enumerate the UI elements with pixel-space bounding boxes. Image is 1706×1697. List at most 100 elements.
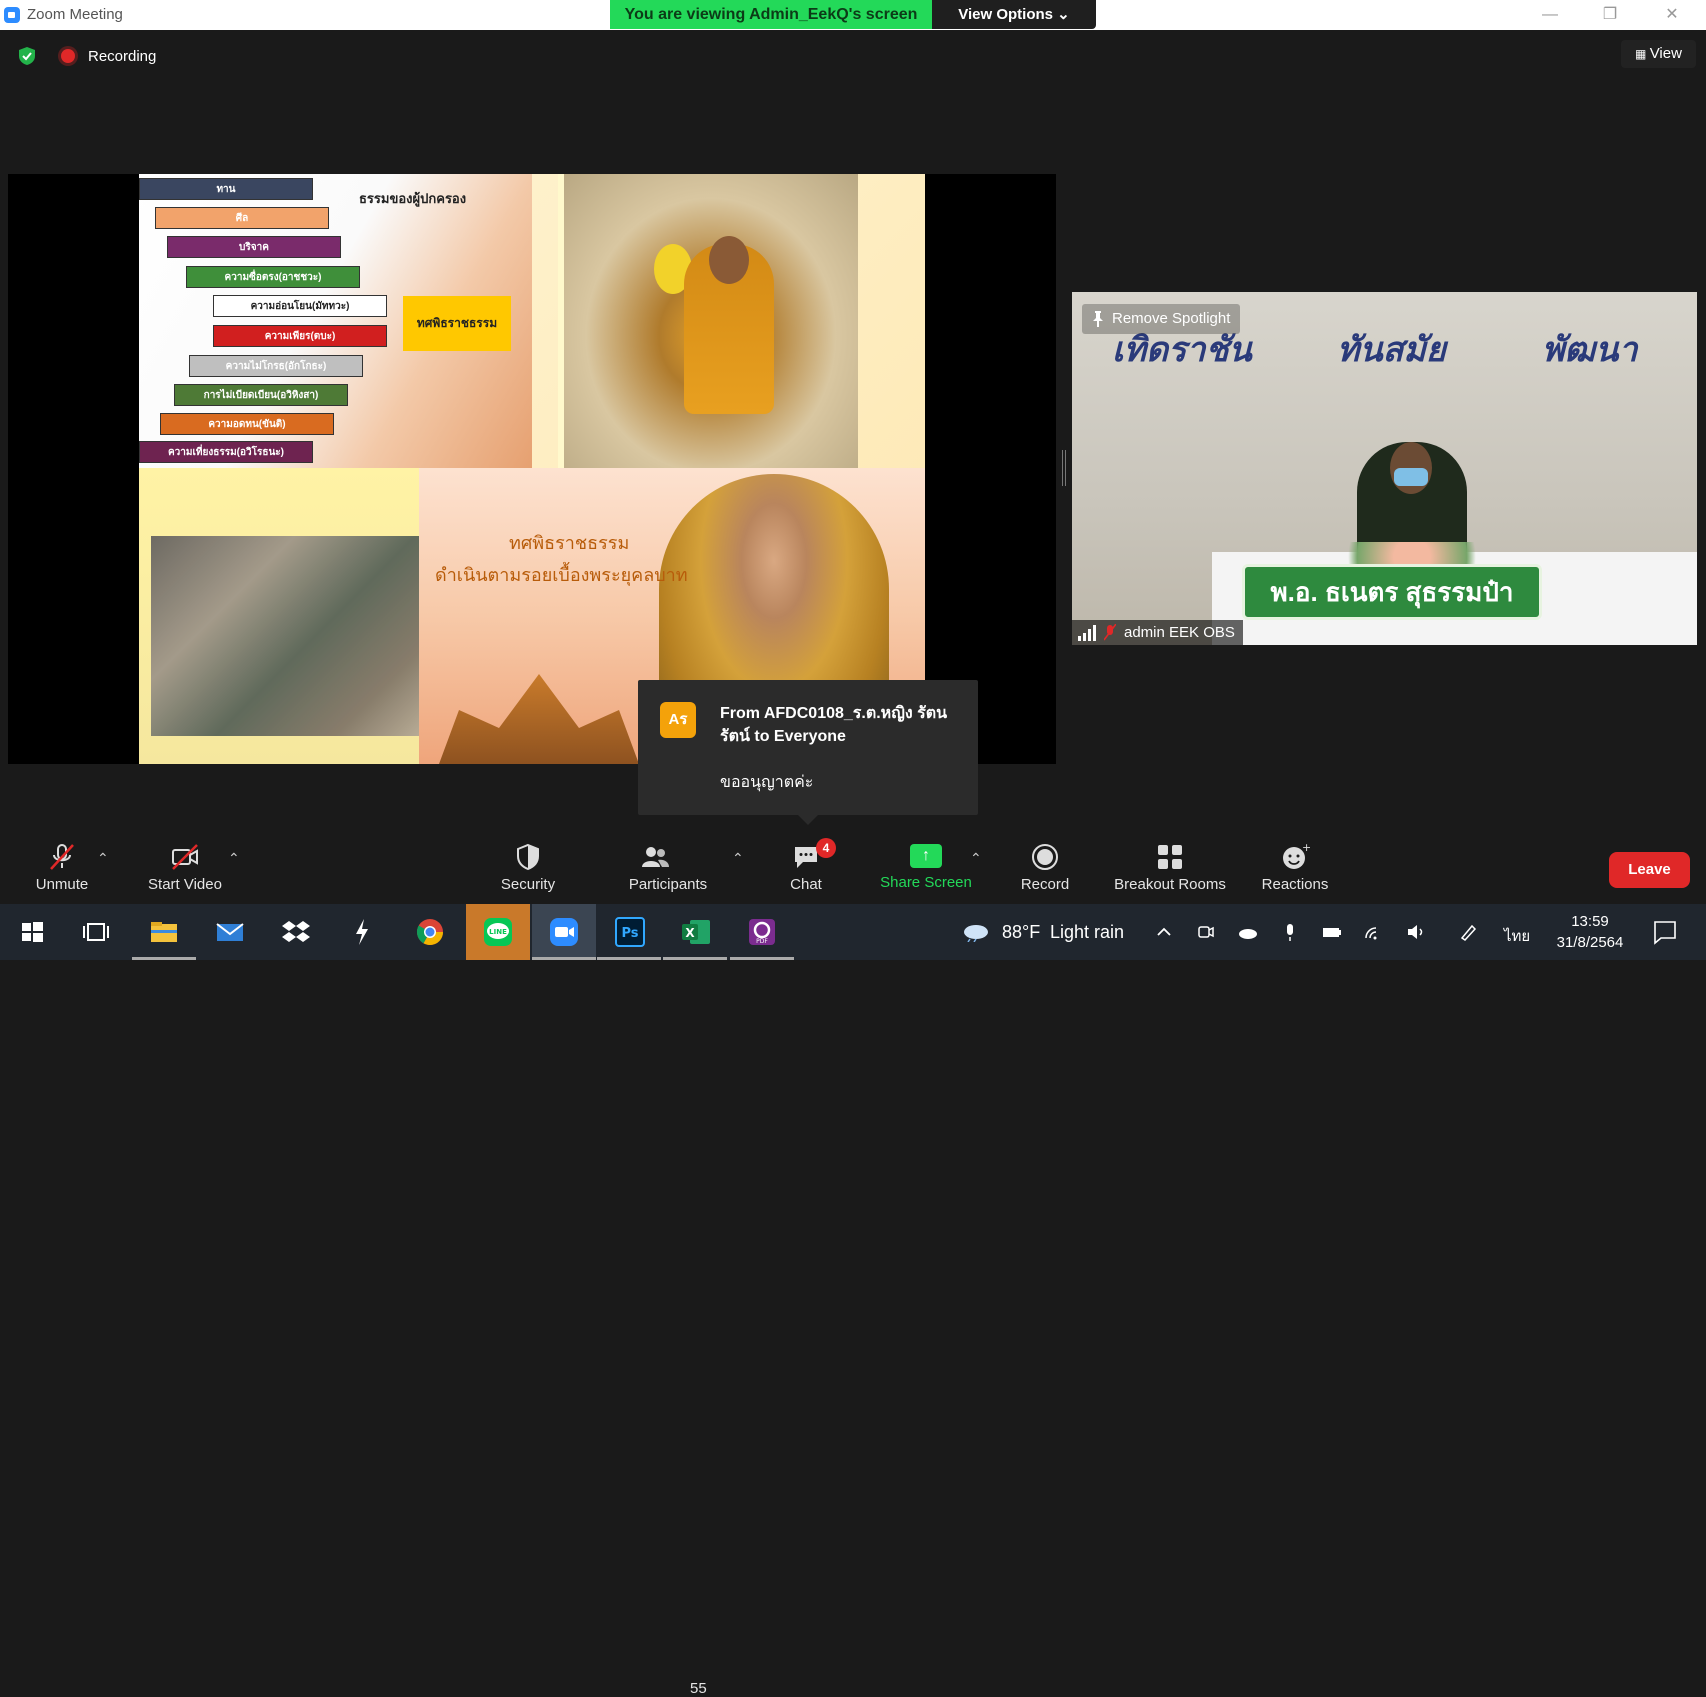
security-button[interactable]: Security [492, 832, 564, 904]
mic-muted-icon [50, 844, 74, 870]
onedrive-cloud-icon[interactable] [1238, 922, 1258, 942]
muted-mic-icon [1104, 624, 1116, 641]
input-language[interactable]: ไทย [1504, 924, 1530, 948]
lightning-app-icon[interactable] [346, 916, 378, 948]
pin-icon [1093, 311, 1103, 327]
breakout-rooms-icon [1158, 845, 1182, 869]
presentation-slide: ธรรมของผู้ปกครอง ทาน ศีล บริจาค ความซื่อ… [139, 174, 925, 764]
close-button[interactable]: ✕ [1652, 4, 1692, 26]
windows-taskbar: LINE Ps X PDF 88°F Light rain ไทย 13:59 … [0, 904, 1706, 960]
slide-bar: ความไม่โกรธ(อักโกธะ) [189, 355, 363, 377]
record-button[interactable]: Record [1010, 832, 1080, 904]
banner-word: ทันสมัย [1337, 330, 1446, 370]
svg-text:X: X [685, 926, 695, 940]
pdf-app-icon[interactable]: PDF [746, 916, 778, 948]
window-title: Zoom Meeting [27, 6, 123, 23]
clock-date: 31/8/2564 [1556, 934, 1624, 951]
slide-caption-title: ทศพิธราชธรรม [509, 533, 630, 553]
weather-cloud-rain-icon[interactable] [962, 922, 992, 942]
slide-bar: ความอดทน(ขันติ) [160, 413, 334, 435]
face-mask [1394, 468, 1428, 486]
svg-text:PDF: PDF [756, 938, 768, 945]
share-options-caret[interactable]: ⌃ [970, 850, 982, 867]
participant-count: 55 [690, 1680, 707, 1697]
chrome-icon[interactable] [414, 916, 446, 948]
encryption-shield-icon[interactable] [17, 46, 37, 66]
participants-options-caret[interactable]: ⌃ [732, 850, 744, 867]
audio-options-caret[interactable]: ⌃ [97, 850, 109, 867]
excel-icon[interactable]: X [680, 916, 712, 948]
speaker-nameplate: พ.อ. ธเนตร สุธรรมป๋า [1242, 564, 1542, 620]
slide-bar: ความซื่อตรง(อาชชวะ) [186, 266, 360, 288]
breakout-rooms-button[interactable]: Breakout Rooms [1106, 832, 1234, 904]
meet-now-camera-icon[interactable] [1196, 922, 1216, 942]
restore-button[interactable]: ❐ [1590, 4, 1630, 26]
slide-bar: ความเที่ยงธรรม(อวิโรธนะ) [139, 441, 313, 463]
mail-icon[interactable] [214, 916, 246, 948]
start-video-button[interactable]: Start Video [140, 832, 230, 904]
system-clock[interactable]: 13:59 31/8/2564 [1545, 911, 1635, 953]
svg-text:+: + [1302, 842, 1310, 854]
panel-resize-handle[interactable] [1062, 450, 1066, 486]
show-hidden-icons-chevron-icon[interactable] [1154, 922, 1174, 942]
unmute-button[interactable]: Unmute [22, 832, 102, 904]
view-options-button[interactable]: View Options ⌄ [932, 0, 1096, 29]
viewing-screen-banner: You are viewing Admin_EekQ's screen [610, 0, 932, 29]
slide-caption-subtitle: ดำเนินตามรอยเบื้องพระยุคลบาท [435, 565, 688, 585]
svg-text:Ps: Ps [621, 926, 638, 941]
view-button[interactable]: ▦ View [1621, 40, 1696, 68]
speaker-video[interactable]: เทิดราชัน ทันสมัย พัฒนา พ.อ. ธเนตร สุธรร… [1072, 292, 1697, 645]
reactions-button[interactable]: + Reactions [1256, 832, 1334, 904]
chat-unread-badge: 4 [816, 838, 836, 858]
weather-temperature[interactable]: 88°F [1002, 922, 1040, 943]
line-app-icon[interactable]: LINE [482, 916, 514, 948]
chat-notification[interactable]: Aร From AFDC0108_ร.ต.หญิง รัตนรัตน์ to E… [638, 680, 978, 825]
participant-name-tag: admin EEK OBS [1072, 620, 1243, 645]
wifi-icon[interactable] [1364, 922, 1384, 942]
notification-center-icon[interactable] [1652, 919, 1678, 945]
task-view-icon[interactable] [80, 916, 112, 948]
chat-sender: From AFDC0108_ร.ต.หญิง รัตนรัตน์ to Ever… [720, 705, 948, 745]
meeting-toolbar: Unmute ⌃ Start Video ⌃ Security Particip… [0, 832, 1706, 1697]
photoshop-icon[interactable]: Ps [614, 916, 646, 948]
recording-label: Recording [88, 48, 157, 65]
dropbox-icon[interactable] [280, 916, 312, 948]
file-explorer-icon[interactable] [148, 916, 180, 948]
monk-photo [558, 174, 858, 468]
slide-bar: ทาน [139, 178, 313, 200]
photo-collage [151, 536, 431, 736]
slide-bar: ศีล [155, 207, 329, 229]
zoom-app-taskbar-icon[interactable] [548, 916, 580, 948]
participants-icon [642, 847, 669, 867]
leave-button[interactable]: Leave [1609, 852, 1690, 888]
chat-message: ขออนุญาตค่ะ [720, 774, 814, 791]
grid-icon: ▦ [1635, 47, 1650, 61]
zoom-app-icon [4, 7, 20, 23]
reactions-smiley-icon: + [1283, 842, 1310, 869]
volume-icon[interactable] [1406, 922, 1426, 942]
video-options-caret[interactable]: ⌃ [228, 850, 240, 867]
share-arrow-icon: ↑ [910, 844, 942, 868]
pen-input-icon[interactable] [1458, 922, 1478, 942]
security-shield-icon [517, 843, 539, 871]
record-icon [1032, 844, 1058, 870]
slide-bar: ความเพียร(ตบะ) [213, 325, 387, 347]
monk-head [709, 236, 749, 284]
video-off-icon [172, 844, 198, 870]
svg-text:LINE: LINE [489, 928, 507, 936]
minimize-button[interactable]: — [1530, 4, 1570, 26]
slide-bar: การไม่เบียดเบียน(อวิหิงสา) [174, 384, 348, 406]
battery-icon[interactable] [1322, 922, 1342, 942]
remove-spotlight-button[interactable]: Remove Spotlight [1082, 304, 1241, 334]
microphone-tray-icon[interactable] [1280, 922, 1300, 942]
slide-bar: บริจาค [167, 236, 341, 258]
weather-description[interactable]: Light rain [1050, 922, 1124, 943]
participants-button[interactable]: Participants [620, 832, 716, 904]
windows-start-icon[interactable] [16, 916, 48, 948]
clock-time: 13:59 [1571, 913, 1609, 930]
recording-dot-icon [61, 49, 75, 63]
slide-heading: ธรรมของผู้ปกครอง [359, 191, 467, 206]
share-screen-button[interactable]: ↑ Share Screen [872, 832, 980, 904]
slide-yellow-box: ทศพิธราชธรรม [403, 296, 511, 351]
signal-strength-icon [1078, 625, 1096, 641]
